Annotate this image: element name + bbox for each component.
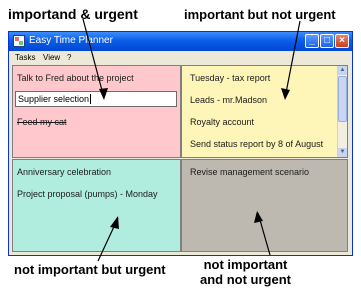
arrow-head-icon — [110, 216, 119, 229]
arrow-line — [82, 18, 105, 99]
annotation-arrows — [82, 18, 301, 262]
arrow-head-icon — [99, 88, 108, 100]
annotation-line: not important — [203, 257, 288, 272]
arrow-head-icon — [254, 211, 263, 223]
annotation-not-important-not-urgent: not important and not urgent — [200, 257, 291, 287]
arrow-head-icon — [281, 88, 290, 100]
arrow-line — [284, 20, 301, 99]
annotation-line: and not urgent — [200, 272, 291, 287]
annotation-not-important-urgent: not important but urgent — [14, 262, 166, 277]
